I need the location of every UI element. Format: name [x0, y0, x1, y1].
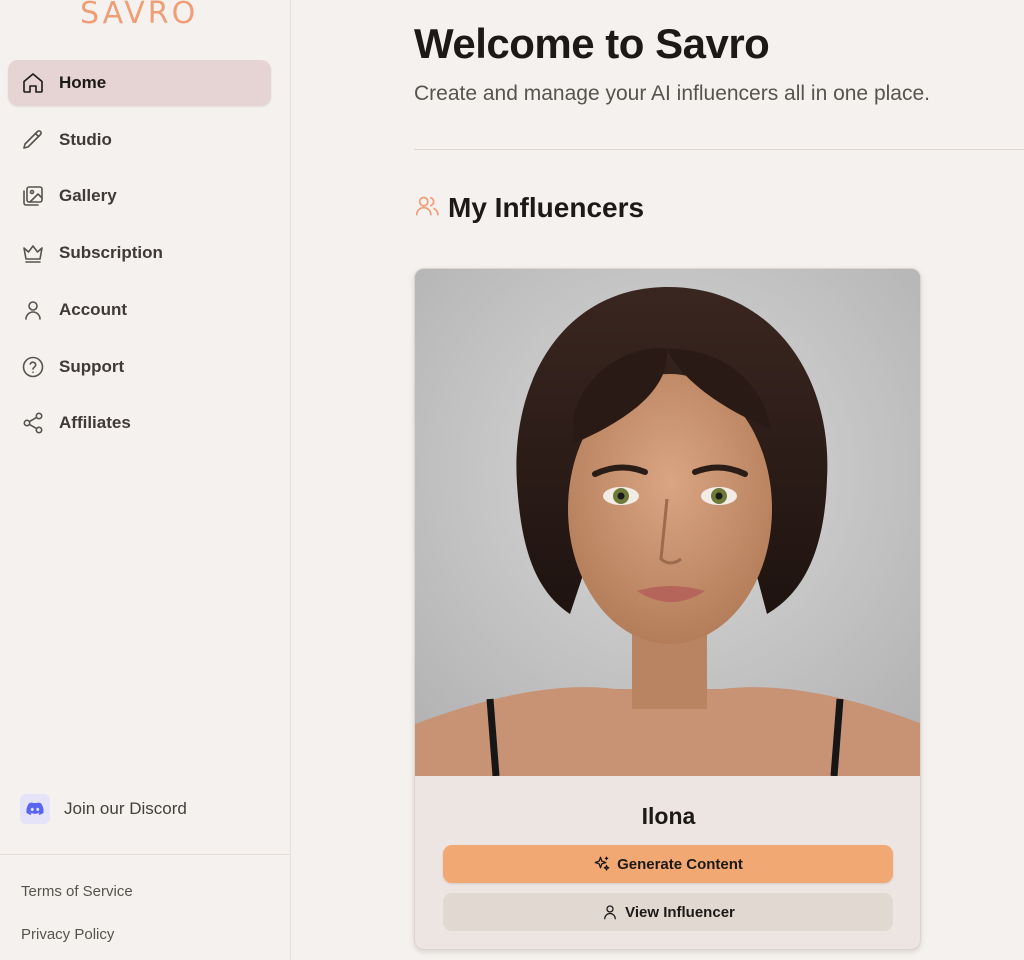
share-icon: [21, 411, 45, 435]
help-circle-icon: [21, 355, 45, 379]
generate-content-button[interactable]: Generate Content: [443, 845, 893, 883]
portrait-photo[interactable]: [415, 269, 920, 776]
discord-link[interactable]: Join our Discord: [20, 792, 270, 826]
home-icon: [21, 71, 45, 95]
brand-logo[interactable]: SAVRO: [80, 0, 200, 31]
section-header: My Influencers: [414, 192, 644, 224]
sidebar-item-label: Home: [59, 73, 107, 92]
sidebar-item-subscription[interactable]: Subscription: [8, 230, 271, 276]
users-icon: [414, 193, 440, 224]
header-divider: [414, 149, 1024, 150]
sidebar-item-label: Subscription: [59, 243, 163, 262]
view-influencer-label: View Influencer: [625, 903, 735, 921]
generate-content-label: Generate Content: [617, 855, 743, 873]
sidebar-item-studio[interactable]: Studio: [8, 117, 271, 163]
sidebar-item-label: Support: [59, 357, 125, 376]
sidebar-item-home[interactable]: Home: [8, 60, 271, 106]
sidebar-item-label: Affiliates: [59, 413, 131, 432]
sidebar-item-label: Gallery: [59, 186, 117, 205]
terms-link[interactable]: Terms of Service: [21, 883, 133, 900]
gallery-icon: [21, 184, 45, 208]
privacy-link[interactable]: Privacy Policy: [21, 926, 114, 943]
section-title: My Influencers: [448, 192, 645, 223]
crown-icon: [21, 241, 45, 265]
influencer-name: Ilona: [641, 803, 696, 829]
user-icon: [21, 298, 45, 322]
sidebar-item-support[interactable]: Support: [8, 344, 271, 390]
discord-icon: [20, 794, 50, 824]
discord-label: Join our Discord: [64, 799, 187, 818]
influencer-card[interactable]: Ilona Generate Content View Influencer: [414, 268, 921, 950]
sidebar-item-affiliates[interactable]: Affiliates: [8, 400, 271, 446]
sparkles-icon: [594, 856, 610, 871]
view-influencer-button[interactable]: View Influencer: [443, 893, 893, 931]
sidebar-item-gallery[interactable]: Gallery: [8, 173, 271, 219]
page-subtitle: Create and manage your AI influencers al…: [414, 82, 930, 105]
sidebar-item-label: Studio: [59, 130, 112, 149]
sidebar-divider: [0, 854, 291, 855]
sidebar: SAVRO Home Studio Gallery Subscription A…: [0, 0, 291, 960]
user-icon: [604, 905, 616, 920]
page-title: Welcome to Savro: [414, 20, 770, 67]
sidebar-item-label: Account: [59, 300, 127, 319]
pencil-icon: [21, 128, 45, 152]
sidebar-item-account[interactable]: Account: [8, 287, 271, 333]
